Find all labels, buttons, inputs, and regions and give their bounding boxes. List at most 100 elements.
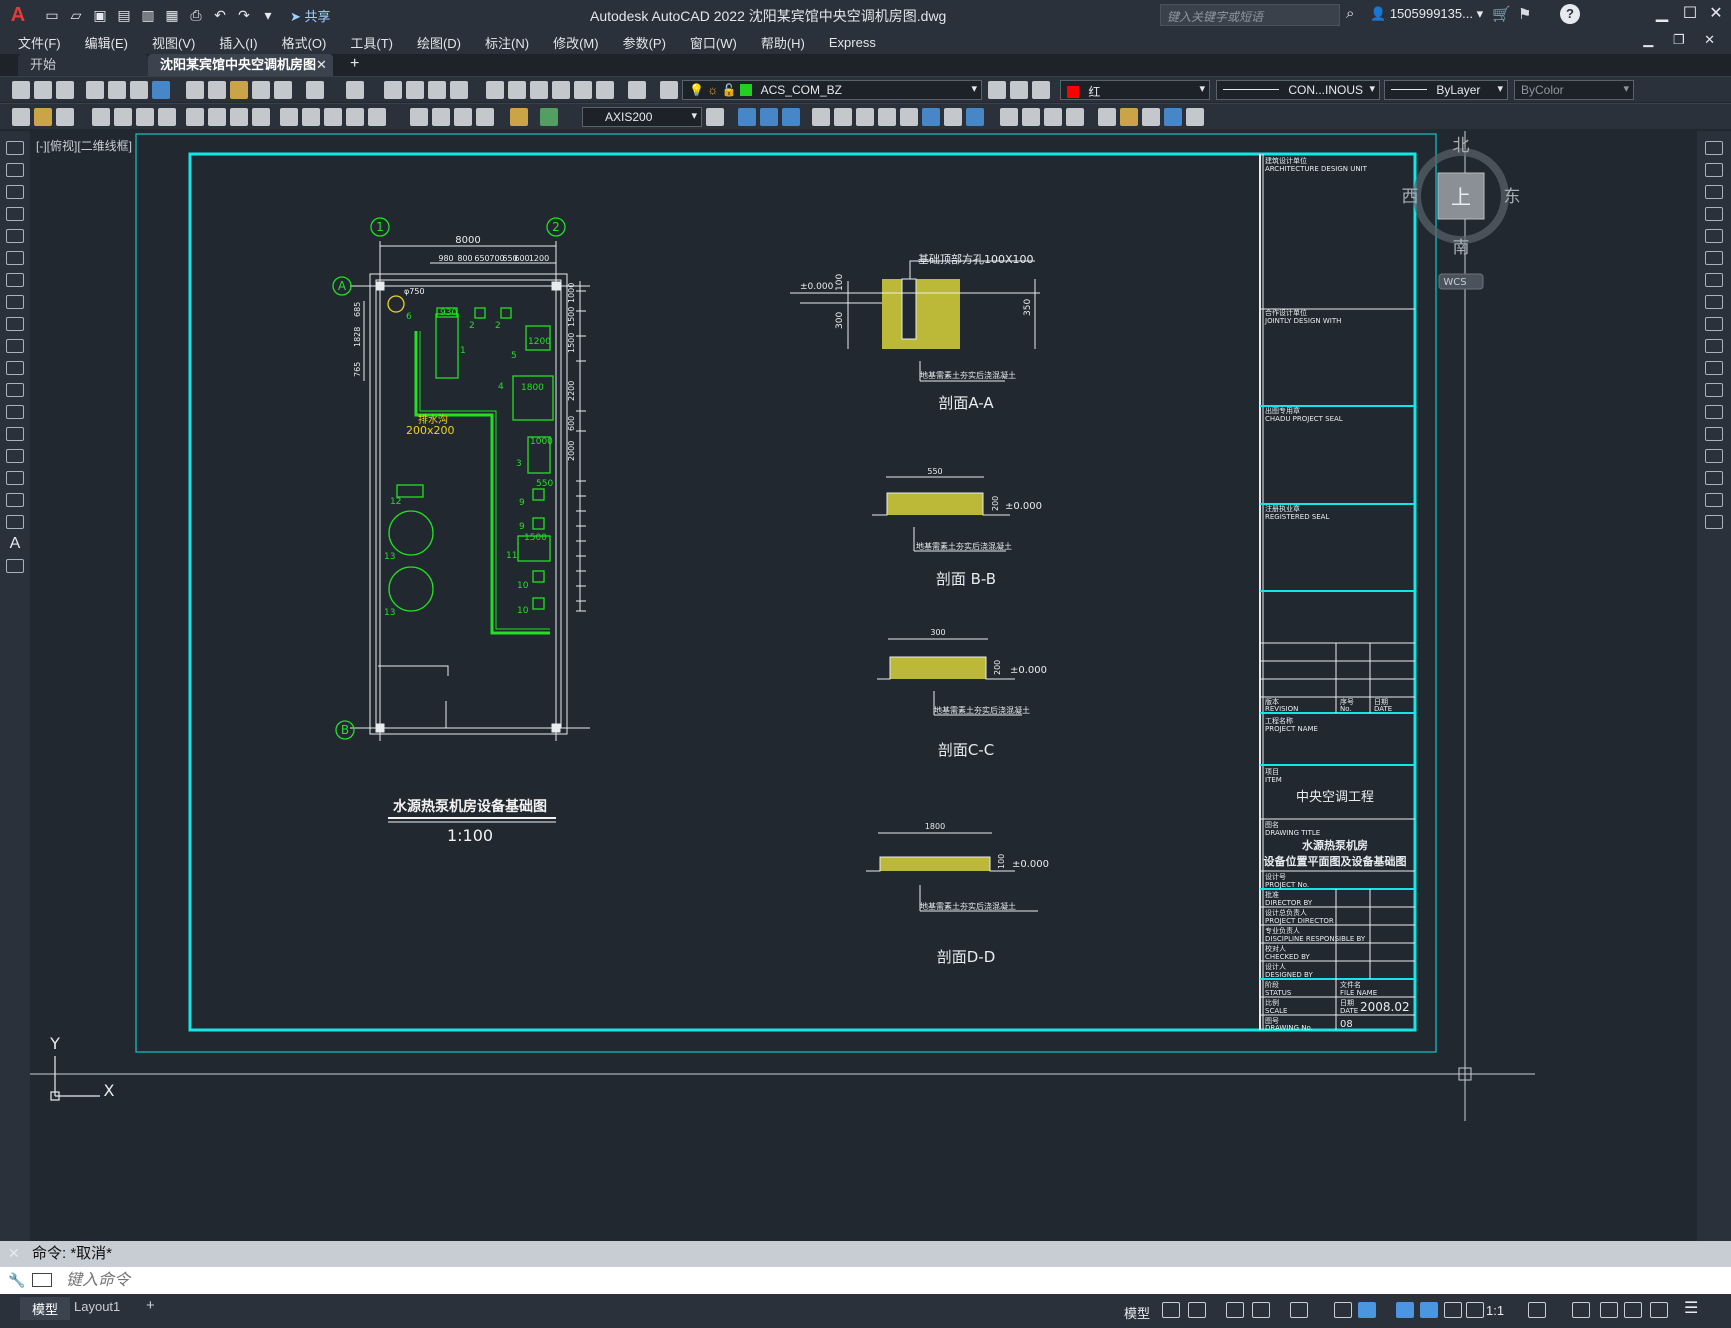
- menu-help[interactable]: 帮助(H): [761, 33, 805, 52]
- erase-tool-icon[interactable]: [1705, 141, 1723, 155]
- tolerance-icon[interactable]: [324, 108, 342, 126]
- menu-tools[interactable]: 工具(T): [350, 33, 393, 52]
- match-properties-icon[interactable]: [252, 81, 270, 99]
- scale-tool-icon[interactable]: [1705, 295, 1723, 309]
- zoom-previous-icon[interactable]: [450, 81, 468, 99]
- zoom-window-icon[interactable]: [428, 81, 446, 99]
- close-icon[interactable]: ✕: [1704, 3, 1728, 23]
- minimize-icon[interactable]: ▁: [1650, 3, 1674, 23]
- compass-north[interactable]: 北: [1453, 136, 1470, 156]
- object-snap-tracking-icon[interactable]: [1334, 1302, 1352, 1318]
- tool-palettes-icon[interactable]: [530, 81, 548, 99]
- blend-icon[interactable]: [1186, 108, 1204, 126]
- dim-jogged-linear-icon[interactable]: [410, 108, 428, 126]
- move-tool-icon[interactable]: [1705, 251, 1723, 265]
- stretch-tool-icon[interactable]: [1705, 317, 1723, 331]
- linetype-dropdown[interactable]: CON...INOUS ▾: [1216, 80, 1380, 100]
- explode-tool-icon[interactable]: [1705, 515, 1723, 529]
- dim-linear-icon[interactable]: [12, 108, 30, 126]
- insert-block-icon[interactable]: [6, 383, 24, 397]
- tab-current-drawing[interactable]: 沈阳某宾馆中央空调机房图*: [148, 54, 333, 94]
- make-current-layer-icon[interactable]: [988, 81, 1006, 99]
- draworder-front-icon[interactable]: [738, 108, 756, 126]
- user-account[interactable]: 👤 1505999135... ▾: [1370, 6, 1483, 22]
- plot-toolbar-icon[interactable]: [86, 81, 104, 99]
- dim-update-icon[interactable]: [476, 108, 494, 126]
- ellipse-icon[interactable]: [6, 339, 24, 353]
- array-tool-icon[interactable]: [1705, 229, 1723, 243]
- dim-edit-icon[interactable]: [432, 108, 450, 126]
- isolate-objects-icon[interactable]: [1600, 1302, 1618, 1318]
- menu-dimension[interactable]: 标注(N): [485, 33, 529, 52]
- redo-icon[interactable]: ↷: [234, 5, 254, 25]
- dim-aligned-icon[interactable]: [34, 108, 52, 126]
- extend-tool-icon[interactable]: [1705, 361, 1723, 375]
- new-file-icon[interactable]: ▭: [42, 5, 62, 25]
- mirror-icon[interactable]: [922, 108, 940, 126]
- blend-tool-icon[interactable]: [1705, 493, 1723, 507]
- copy-tool-icon[interactable]: [1705, 163, 1723, 177]
- polygon-icon[interactable]: [6, 207, 24, 221]
- construction-line-icon[interactable]: [6, 163, 24, 177]
- dim-diameter-icon[interactable]: [158, 108, 176, 126]
- dim-angular-icon[interactable]: [186, 108, 204, 126]
- layer-dropdown[interactable]: 💡 ☼ 🔓 ACS_COM_BZ ▾: [682, 80, 982, 100]
- cut-icon[interactable]: [186, 81, 204, 99]
- menu-edit[interactable]: 编辑(E): [85, 33, 128, 52]
- offset-icon[interactable]: [944, 108, 962, 126]
- customization-menu-icon[interactable]: ☰: [1684, 1301, 1702, 1318]
- trim-tool-icon[interactable]: [1705, 339, 1723, 353]
- dimstyle-dropdown[interactable]: AXIS200 ▾: [582, 107, 702, 127]
- explode-icon[interactable]: [1142, 108, 1160, 126]
- menu-draw[interactable]: 绘图(D): [417, 33, 461, 52]
- viewcube-top-label[interactable]: 上: [1451, 185, 1471, 209]
- erase-icon[interactable]: [1164, 108, 1182, 126]
- lineweight-icon[interactable]: [1396, 1302, 1414, 1318]
- design-center-icon[interactable]: [508, 81, 526, 99]
- undo-toolbar-icon[interactable]: [306, 81, 324, 99]
- wcs-label[interactable]: WCS: [1443, 277, 1466, 288]
- spline-icon[interactable]: [6, 317, 24, 331]
- command-input[interactable]: [66, 1271, 1666, 1291]
- add-selected-icon[interactable]: [6, 559, 24, 573]
- line-icon[interactable]: [6, 141, 24, 155]
- rotate-tool-icon[interactable]: [1705, 273, 1723, 287]
- menu-view[interactable]: 视图(V): [152, 33, 195, 52]
- model-space-toggle[interactable]: 模型: [1124, 1303, 1150, 1322]
- autodesk-app-icon[interactable]: ⚑: [1518, 5, 1531, 23]
- object-snap-icon[interactable]: [1358, 1302, 1376, 1318]
- scale-icon[interactable]: [878, 108, 896, 126]
- extend-icon[interactable]: [1022, 108, 1040, 126]
- search-input[interactable]: 键入关键字或短语: [1160, 4, 1340, 26]
- menu-modify[interactable]: 修改(M): [553, 33, 599, 52]
- zoom-realtime-icon[interactable]: [406, 81, 424, 99]
- layer-properties-icon[interactable]: [660, 81, 678, 99]
- grid-icon[interactable]: [1162, 1302, 1180, 1318]
- center-mark-icon[interactable]: [346, 108, 364, 126]
- dim-override-icon[interactable]: [540, 108, 558, 126]
- open-icon[interactable]: [34, 81, 52, 99]
- break-point-tool-icon[interactable]: [1705, 383, 1723, 397]
- save-as-icon[interactable]: ▤: [114, 5, 134, 25]
- menu-file[interactable]: 文件(F): [18, 33, 61, 52]
- pan-icon[interactable]: [384, 81, 402, 99]
- dim-radius-icon[interactable]: [114, 108, 132, 126]
- add-layout-icon[interactable]: +: [134, 1295, 167, 1316]
- join-tool-icon[interactable]: [1705, 427, 1723, 441]
- arc-icon[interactable]: [6, 251, 24, 265]
- cart-icon[interactable]: 🛒: [1492, 5, 1511, 23]
- draworder-above-icon[interactable]: [782, 108, 800, 126]
- annotation-scale[interactable]: 1:1: [1486, 1303, 1504, 1318]
- open-file-icon[interactable]: ▱: [66, 5, 86, 25]
- plot-preview-icon[interactable]: [108, 81, 126, 99]
- chamfer-tool-icon[interactable]: [1705, 449, 1723, 463]
- table-icon[interactable]: [6, 515, 24, 529]
- annotation-scale-icon[interactable]: [1466, 1302, 1484, 1318]
- break-icon[interactable]: [1044, 108, 1062, 126]
- maximize-icon[interactable]: ☐: [1678, 3, 1702, 23]
- offset-tool-icon[interactable]: [1705, 207, 1723, 221]
- dim-jogged-icon[interactable]: [136, 108, 154, 126]
- array-icon[interactable]: [966, 108, 984, 126]
- point-icon[interactable]: [6, 427, 24, 441]
- fillet-icon[interactable]: [1120, 108, 1138, 126]
